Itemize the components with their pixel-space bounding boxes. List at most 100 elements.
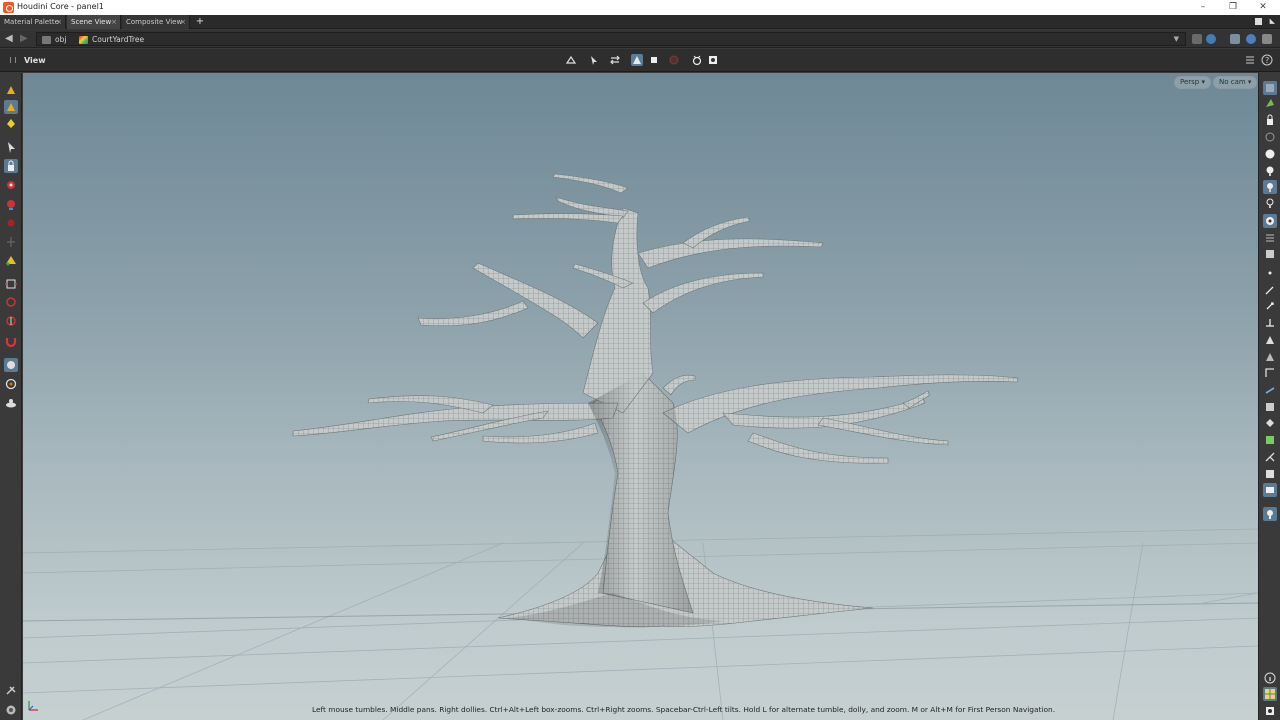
- drag-handle-icon[interactable]: [10, 57, 16, 63]
- layout-icon[interactable]: [1263, 467, 1277, 481]
- select-geo-icon[interactable]: [4, 100, 18, 114]
- handles-icon[interactable]: [631, 54, 643, 66]
- render-flipbook-icon[interactable]: [691, 54, 703, 66]
- path-field[interactable]: obj CourtYardTree ▼: [36, 32, 1186, 46]
- info-icon[interactable]: [1263, 671, 1277, 685]
- tab-label: Scene View: [71, 18, 112, 26]
- courtyard-tree-model: [292, 173, 1019, 628]
- path-crumb-obj[interactable]: obj: [55, 35, 66, 44]
- geo-node-icon: [79, 36, 88, 44]
- tab-scene-view[interactable]: Scene View ×: [67, 15, 121, 29]
- display-options-icon[interactable]: [1263, 81, 1277, 95]
- face-icon[interactable]: [1263, 333, 1277, 347]
- window-title: Houdini Core - panel1: [17, 2, 104, 11]
- edge-icon[interactable]: [1263, 316, 1277, 330]
- sphere-icon[interactable]: [1263, 147, 1277, 161]
- stop-icon[interactable]: [648, 54, 660, 66]
- path-bar: ◀ ▶ obj CourtYardTree ▼: [0, 30, 1280, 48]
- magnet-icon[interactable]: [4, 334, 18, 348]
- snapshot-viewport-icon[interactable]: [1263, 704, 1277, 718]
- uv-icon[interactable]: [1263, 416, 1277, 430]
- arrow-select-icon[interactable]: [4, 140, 18, 154]
- light-icon[interactable]: [1263, 164, 1277, 178]
- move-icon[interactable]: [4, 178, 18, 192]
- wireframe-icon[interactable]: [1263, 130, 1277, 144]
- axes-indicator-icon: [28, 701, 38, 711]
- pane-options-icon[interactable]: [1262, 34, 1272, 44]
- vertex-icon[interactable]: [1263, 299, 1277, 313]
- pane-arrow-icon[interactable]: ◣: [1270, 17, 1275, 25]
- lock-icon[interactable]: [4, 159, 18, 173]
- tab-close-icon[interactable]: ×: [56, 15, 62, 29]
- particle-icon[interactable]: [1263, 450, 1277, 464]
- background-icon[interactable]: [1263, 483, 1277, 497]
- tab-composite-view[interactable]: Composite View ×: [122, 15, 190, 29]
- tab-close-icon[interactable]: ×: [111, 15, 117, 29]
- record-icon[interactable]: [668, 54, 680, 66]
- select-arrow-icon[interactable]: [588, 54, 600, 66]
- path-dropdown-icon[interactable]: ▼: [1174, 35, 1179, 43]
- title-bar: Houdini Core - panel1 – ❐ ✕: [0, 0, 1280, 15]
- forward-button[interactable]: ▶: [20, 33, 28, 44]
- bbox-icon[interactable]: [1263, 366, 1277, 380]
- lock-view-icon[interactable]: [1263, 113, 1277, 127]
- scene-viewport[interactable]: Persp ▾ No cam ▾ Left mouse tumbles. Mid…: [23, 73, 1258, 720]
- add-tab-button[interactable]: +: [195, 15, 205, 29]
- headlight-icon[interactable]: [1263, 180, 1277, 194]
- normal-icon[interactable]: [1263, 283, 1277, 297]
- shading-icon[interactable]: [1263, 214, 1277, 228]
- scale-icon[interactable]: [4, 216, 18, 230]
- render-region-icon[interactable]: [4, 396, 18, 410]
- viewport-layout-icon[interactable]: [1263, 687, 1277, 701]
- color-icon[interactable]: [1263, 433, 1277, 447]
- pane-menu-icon[interactable]: [1255, 18, 1262, 25]
- transform-icon[interactable]: [609, 54, 621, 66]
- camera-icon[interactable]: [4, 703, 18, 717]
- snap-to-grid-icon[interactable]: [565, 54, 577, 66]
- texture-icon[interactable]: [1263, 231, 1277, 245]
- network-status-icon[interactable]: [1246, 34, 1256, 44]
- back-button[interactable]: ◀: [5, 33, 13, 44]
- select-obj-icon[interactable]: [4, 83, 18, 97]
- help-icon[interactable]: ?: [1261, 54, 1273, 66]
- path-crumb-courtyardtree[interactable]: CourtYardTree: [92, 35, 144, 44]
- render-icon[interactable]: [1263, 507, 1277, 521]
- view-tool-icon[interactable]: [4, 277, 18, 291]
- prim-number-icon[interactable]: [1263, 350, 1277, 364]
- guide-icon[interactable]: [1263, 400, 1277, 414]
- select-lights-icon[interactable]: [4, 116, 18, 130]
- display-network-icon[interactable]: [1230, 34, 1240, 44]
- tab-material-palette[interactable]: Material Palette ×: [0, 15, 66, 29]
- point-icon[interactable]: [1263, 266, 1277, 280]
- pane-title: View: [24, 56, 46, 65]
- close-window-button[interactable]: ✕: [1252, 1, 1274, 13]
- tab-label: Composite View: [126, 18, 183, 26]
- snapshot-icon[interactable]: [707, 54, 719, 66]
- pose-icon[interactable]: [4, 235, 18, 249]
- minimize-button[interactable]: –: [1192, 1, 1214, 13]
- viewer-settings-icon[interactable]: [1244, 54, 1256, 66]
- viewport-hint-text: Left mouse tumbles. Middle pans. Right d…: [312, 705, 1056, 714]
- pin-icon[interactable]: [4, 684, 18, 698]
- camera-menu[interactable]: Persp ▾: [1174, 76, 1211, 89]
- grid-snap-icon[interactable]: [4, 377, 18, 391]
- lock-camera-icon[interactable]: [1263, 96, 1277, 110]
- right-display-toolbar: [1258, 73, 1280, 720]
- snap-icon[interactable]: [4, 358, 18, 372]
- brush-icon[interactable]: [4, 295, 18, 309]
- template-icon[interactable]: [1263, 383, 1277, 397]
- pin-pane-icon[interactable]: [1192, 34, 1202, 44]
- smooth-shading-icon[interactable]: [1263, 247, 1277, 261]
- pane-tab-bar: Material Palette × Scene View × Composit…: [0, 15, 1280, 29]
- orient-icon[interactable]: [4, 314, 18, 328]
- tab-label: Material Palette: [4, 18, 59, 26]
- tab-close-icon[interactable]: ×: [180, 15, 186, 29]
- handle-icon[interactable]: [4, 253, 18, 267]
- ghost-icon[interactable]: [1263, 196, 1277, 210]
- rotate-icon[interactable]: [4, 197, 18, 211]
- link-pane-icon[interactable]: [1206, 34, 1216, 44]
- no-cam-menu[interactable]: No cam ▾: [1213, 76, 1258, 89]
- houdini-logo-icon: [3, 2, 14, 13]
- restore-button[interactable]: ❐: [1222, 1, 1244, 13]
- left-tool-shelf: [0, 73, 22, 720]
